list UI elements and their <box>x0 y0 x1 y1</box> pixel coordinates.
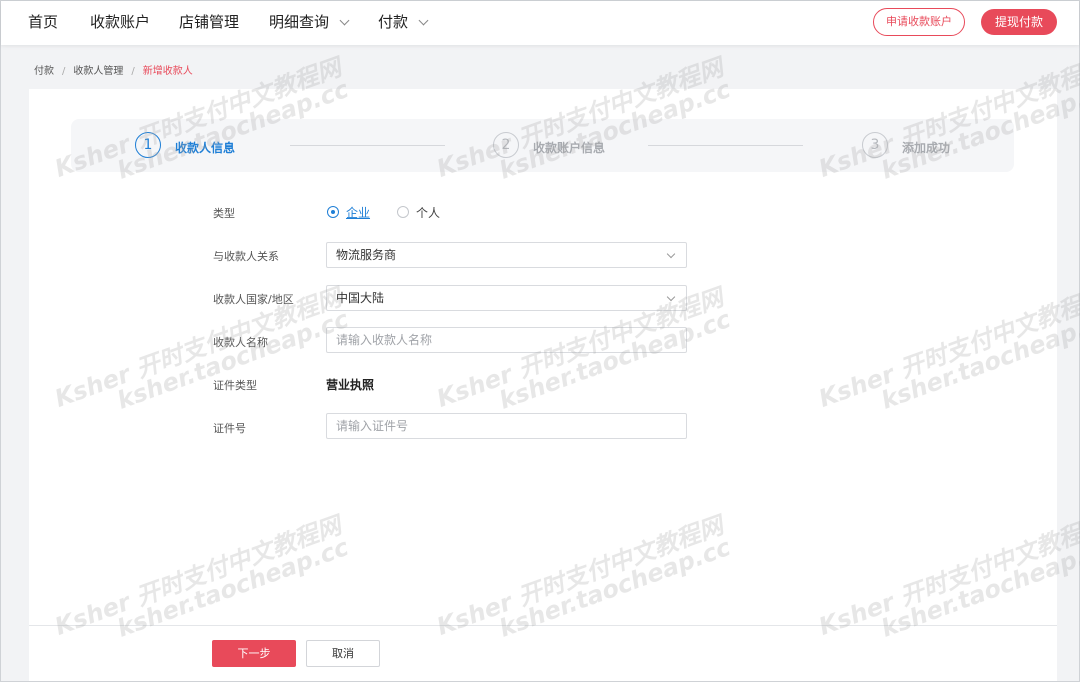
next-step-button[interactable]: 下一步 <box>212 640 296 667</box>
payee-name-label: 收款人名称 <box>213 336 268 349</box>
withdraw-button[interactable]: 提现付款 <box>981 9 1057 35</box>
step-2-number: 2 <box>493 132 519 158</box>
apply-account-button[interactable]: 申请收款账户 <box>873 8 965 36</box>
radio-individual-label[interactable]: 个人 <box>416 204 440 221</box>
step-1-number: 1 <box>135 132 161 158</box>
cert-no-input[interactable] <box>326 413 687 439</box>
chevron-down-icon <box>418 15 429 26</box>
step-3-label: 添加成功 <box>902 141 951 155</box>
cert-type-label: 证件类型 <box>213 379 257 392</box>
nav-item-receiving-account[interactable]: 收款账户 <box>90 1 150 45</box>
top-navigation: 首页 收款账户 店铺管理 明细查询 付款 申请收款账户 提现付款 <box>1 1 1079 45</box>
type-label: 类型 <box>213 207 235 220</box>
radio-individual[interactable] <box>397 206 409 218</box>
chevron-down-icon <box>666 292 676 302</box>
step-3-number: 3 <box>862 132 888 158</box>
country-select[interactable]: 中国大陆 <box>326 285 687 311</box>
step-indicator: 1 收款人信息 2 收款账户信息 3 添加成功 <box>71 119 1014 172</box>
nav-item-payment[interactable]: 付款 <box>378 1 429 45</box>
step-connector <box>648 145 803 146</box>
step-connector <box>290 145 445 146</box>
breadcrumb-separator: / <box>62 66 66 77</box>
relation-select[interactable]: 物流服务商 <box>326 242 687 268</box>
cert-no-label: 证件号 <box>213 422 246 435</box>
radio-enterprise-label[interactable]: 企业 <box>346 204 370 221</box>
nav-item-home[interactable]: 首页 <box>28 1 58 45</box>
breadcrumb-item-payment[interactable]: 付款 <box>34 66 54 77</box>
radio-enterprise[interactable] <box>327 206 339 218</box>
main-card: 1 收款人信息 2 收款账户信息 3 添加成功 类型 企业 个人 与收款人关系 … <box>29 89 1057 681</box>
breadcrumb: 付款 / 收款人管理 / 新增收款人 <box>34 62 193 77</box>
relation-select-value: 物流服务商 <box>336 248 397 262</box>
chevron-down-icon <box>339 15 350 26</box>
cert-type-value: 营业执照 <box>326 378 375 392</box>
cancel-button[interactable]: 取消 <box>306 640 380 667</box>
step-2-label: 收款账户信息 <box>533 141 606 155</box>
country-label: 收款人国家/地区 <box>213 293 294 306</box>
country-select-value: 中国大陆 <box>336 291 385 305</box>
breadcrumb-separator: / <box>131 66 135 77</box>
chevron-down-icon <box>666 249 676 259</box>
payee-name-input[interactable] <box>326 327 687 353</box>
breadcrumb-item-current: 新增收款人 <box>142 66 193 77</box>
nav-item-store-management[interactable]: 店铺管理 <box>179 1 239 45</box>
step-1-label: 收款人信息 <box>175 141 236 155</box>
breadcrumb-item-payee-management[interactable]: 收款人管理 <box>73 66 123 77</box>
footer-divider <box>29 625 1057 626</box>
relation-label: 与收款人关系 <box>213 250 279 263</box>
nav-item-detail-query[interactable]: 明细查询 <box>269 1 350 45</box>
